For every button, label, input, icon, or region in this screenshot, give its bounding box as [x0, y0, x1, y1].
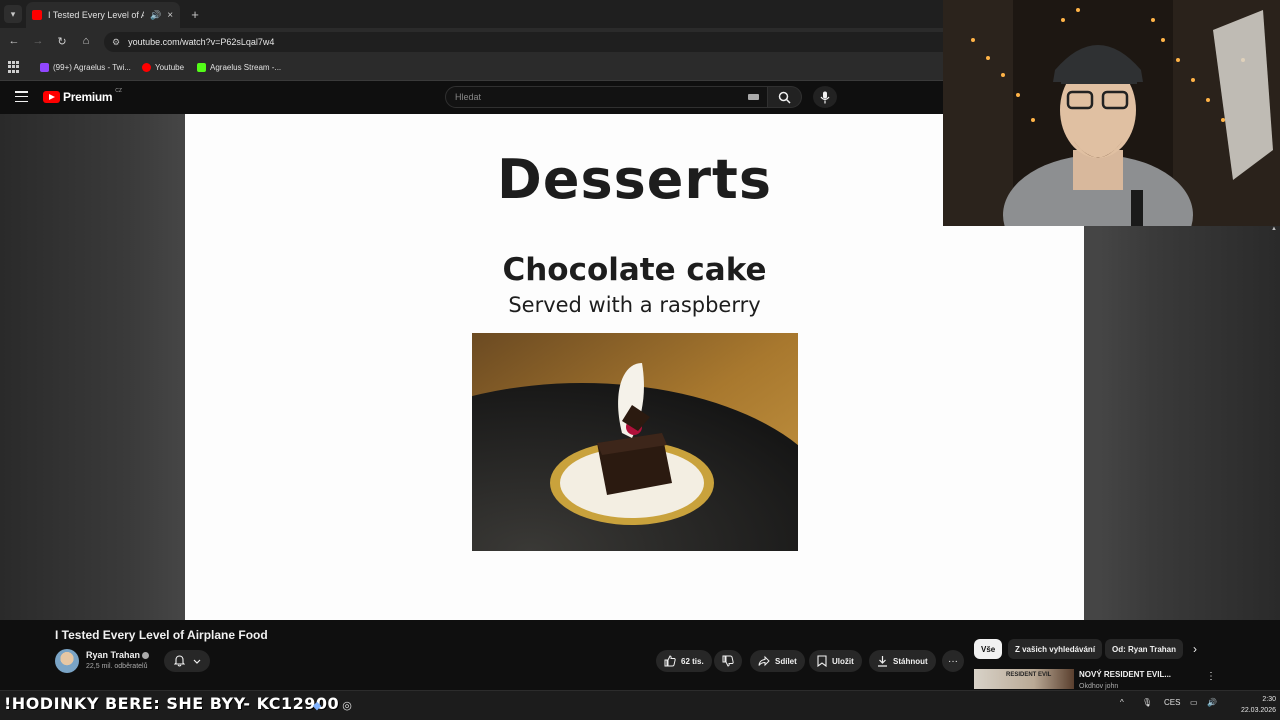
stream-ticker-text: !HODINKY BERE: SHE BYY- KC12900 [4, 694, 340, 713]
chip-all[interactable]: Vše [974, 639, 1003, 659]
home-icon[interactable]: ⌂ [78, 33, 94, 49]
tab-close-icon[interactable]: × [167, 10, 173, 21]
thumbs-down-icon [722, 655, 734, 667]
reload-icon[interactable]: ↻ [54, 33, 70, 49]
save-button[interactable]: Uložit [809, 650, 862, 672]
webcam-overlay [943, 0, 1280, 226]
recommendation-title[interactable]: NOVÝ RESIDENT EVIL... [1079, 670, 1171, 679]
bell-icon [173, 655, 185, 667]
tray-overflow-chevron-icon[interactable]: ^ [1120, 698, 1124, 707]
verified-badge-icon [142, 652, 149, 659]
search-placeholder: Hledat [455, 92, 482, 102]
kick-icon [197, 62, 206, 72]
chocolate-cake-photo [472, 333, 798, 551]
forward-arrow-icon[interactable]: → [30, 33, 46, 49]
bookmark-icon [817, 655, 827, 667]
download-icon [878, 656, 887, 667]
logo-text: Premium [63, 90, 113, 104]
volume-icon[interactable]: 🔊 [1207, 698, 1217, 707]
bookmark-twitch[interactable]: (99+) Agraelus - Twi... [40, 60, 131, 74]
kebab-menu-icon[interactable]: ⋮ [1206, 671, 1216, 682]
chevron-down-icon [193, 659, 200, 664]
tab-title: I Tested Every Level of Airp [48, 10, 144, 20]
share-button[interactable]: Sdílet [750, 650, 805, 672]
dish-name: Chocolate cake [502, 252, 767, 288]
share-label: Sdílet [775, 656, 797, 666]
bookmark-youtube[interactable]: Youtube [142, 60, 184, 74]
chevron-right-icon[interactable]: › [1193, 642, 1197, 656]
speaker-icon[interactable]: 🔊 [150, 10, 161, 21]
download-label: Stáhnout [893, 656, 928, 666]
dislike-button[interactable] [714, 650, 742, 672]
save-label: Uložit [832, 656, 854, 666]
keyboard-icon[interactable] [748, 94, 759, 100]
bookmark-label: Youtube [155, 62, 185, 72]
input-language[interactable]: CES [1164, 698, 1180, 707]
app-icon[interactable]: ◎ [339, 697, 355, 713]
bookmark-kick[interactable]: Agraelus Stream -... [197, 60, 281, 74]
region-code: CZ [115, 88, 122, 94]
twitch-icon [40, 62, 49, 72]
steam-icon[interactable]: ◆ [309, 697, 325, 713]
voice-search-button[interactable] [813, 86, 837, 108]
site-info-icon[interactable]: ⚙ [112, 37, 120, 48]
search-icon [778, 91, 791, 104]
more-actions-button[interactable]: ··· [942, 650, 964, 672]
like-button[interactable]: 62 tis. [656, 650, 712, 672]
hamburger-menu-icon[interactable] [15, 91, 28, 102]
apps-grid-icon[interactable] [8, 61, 20, 73]
thumbnail-text: RESIDENT EVIL [1006, 672, 1052, 678]
youtube-icon [142, 62, 151, 72]
like-count: 62 tis. [681, 656, 704, 666]
scroll-up-arrow-icon[interactable]: ▲ [1271, 226, 1277, 232]
back-arrow-icon[interactable]: ← [6, 33, 22, 49]
url-text[interactable]: youtube.com/watch?v=P62sLqal7w4 [128, 37, 274, 47]
thumbs-up-icon [664, 655, 676, 667]
network-icon[interactable]: ▭ [1190, 698, 1198, 707]
microphone-tray-icon[interactable]: 🎙 [1142, 698, 1152, 707]
search-button[interactable] [768, 86, 802, 108]
new-tab-button[interactable]: + [186, 5, 204, 23]
address-bar[interactable]: ⚙ youtube.com/watch?v=P62sLqal7w4 [104, 32, 943, 52]
youtube-logo[interactable]: Premium CZ [43, 88, 122, 104]
youtube-play-icon [43, 91, 60, 103]
download-button[interactable]: Stáhnout [869, 650, 936, 672]
youtube-favicon-icon [32, 10, 42, 20]
bookmark-label: Agraelus Stream -... [210, 62, 282, 72]
recommendation-channel: Okdhov john [1079, 683, 1119, 690]
tab-search-chevron-icon[interactable]: ▾ [4, 5, 22, 23]
share-arrow-icon [758, 655, 770, 667]
bookmark-label: (99+) Agraelus - Twi... [53, 62, 131, 72]
clock-date: 22.03.2026 [1240, 707, 1276, 714]
video-title: I Tested Every Level of Airplane Food [55, 628, 268, 642]
recommendation-thumbnail[interactable]: RESIDENT EVIL [974, 669, 1074, 689]
subscriber-count: 22,5 mil. odběratelů [86, 663, 148, 670]
browser-tab-active[interactable]: I Tested Every Level of Airp 🔊 × [26, 2, 180, 28]
subscribe-notifications-button[interactable] [164, 650, 210, 672]
search-input[interactable]: Hledat [445, 86, 768, 108]
channel-avatar[interactable] [55, 649, 79, 673]
microphone-icon [820, 91, 830, 103]
chip-from-channel[interactable]: Od: Ryan Trahan [1105, 639, 1184, 659]
dish-description: Served with a raspberry [508, 293, 761, 317]
clock-time: 2:30 [1262, 696, 1276, 703]
channel-name[interactable]: Ryan Trahan [86, 650, 140, 660]
chip-from-searches[interactable]: Z vašich vyhledávání [1008, 639, 1103, 659]
system-clock[interactable]: 2:30 22.03.2026 [1222, 694, 1276, 716]
